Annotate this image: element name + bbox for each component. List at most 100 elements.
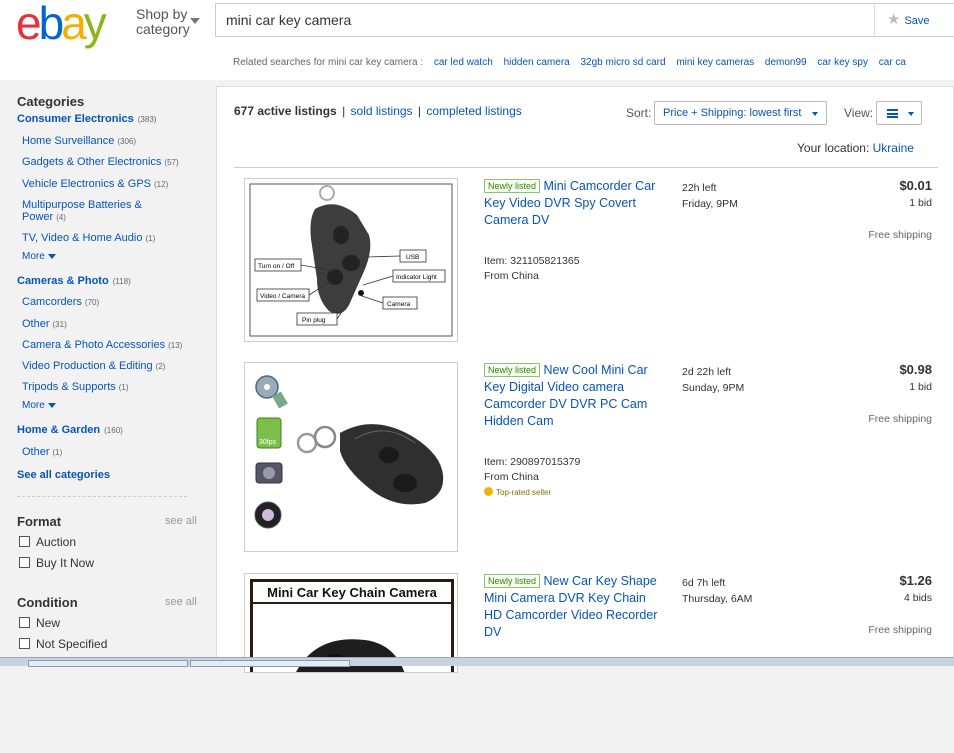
time-info: 2d 22h left Sunday, 9PM xyxy=(682,364,744,396)
category-label: Consumer Electronics xyxy=(17,113,134,125)
top-rated-seller: Top-rated seller xyxy=(484,487,664,497)
subcategory-item[interactable]: Multipurpose Batteries & Power (4) xyxy=(22,199,157,224)
condition-option-new[interactable]: New xyxy=(19,616,60,630)
list-item: Turn on / Off USB Indicator Light Video … xyxy=(234,178,938,358)
format-option-buy-it-now[interactable]: Buy It Now xyxy=(19,556,94,570)
shop-by-category-button[interactable]: Shop by category xyxy=(136,6,200,37)
more-categories-link[interactable]: More xyxy=(22,251,56,262)
triangle-down-icon xyxy=(47,253,56,259)
save-search-button[interactable]: ★ Save xyxy=(874,4,949,36)
newly-listed-badge: Newly listed xyxy=(484,363,541,377)
triangle-down-icon xyxy=(47,402,56,408)
subcategory-item[interactable]: Vehicle Electronics & GPS (12) xyxy=(22,178,168,190)
item-info: Newly listed New Car Key Shape Mini Came… xyxy=(484,573,664,641)
item-info: Newly listed Mini Camcorder Car Key Vide… xyxy=(484,178,664,282)
subcategory-item[interactable]: Other (31) xyxy=(22,318,67,330)
subcategory-label: Home Surveillance xyxy=(22,135,115,147)
subcategory-item[interactable]: Home Surveillance (306) xyxy=(22,135,136,147)
divider xyxy=(234,167,938,168)
option-label: New xyxy=(36,616,61,630)
shop-by-line1: Shop by xyxy=(136,6,188,22)
sort-select[interactable]: Price + Shipping: lowest first xyxy=(654,101,827,125)
subcategory-count: (2) xyxy=(155,362,166,371)
view-toggle-button[interactable] xyxy=(876,101,922,125)
checkbox[interactable] xyxy=(19,557,30,568)
chevron-down-icon xyxy=(812,112,818,116)
subcategory-item[interactable]: Video Production & Editing (2) xyxy=(22,360,165,372)
subcategory-item[interactable]: TV, Video & Home Audio (1) xyxy=(22,232,155,244)
logo-letter: b xyxy=(38,0,65,49)
subcategory-label: Camcorders xyxy=(22,296,82,308)
see-all-categories-link[interactable]: See all categories xyxy=(17,469,110,481)
subcategory-label: Other xyxy=(22,318,50,330)
location-label: Your location: xyxy=(797,141,870,155)
film-reel-icon xyxy=(255,375,288,409)
format-option-auction[interactable]: Auction xyxy=(19,535,76,549)
diagram-label: USB xyxy=(406,254,419,261)
item-number: Item: 290897015379 xyxy=(484,456,581,468)
subcategory-label: Tripods & Supports xyxy=(22,381,116,393)
subcategory-count: (306) xyxy=(117,137,137,146)
completed-listings-link[interactable]: completed listings xyxy=(426,104,521,118)
subcategory-item[interactable]: Tripods & Supports (1) xyxy=(22,381,129,393)
categories-title: Categories xyxy=(17,94,85,109)
category-count: (118) xyxy=(112,277,131,286)
time-left: 6d 7h left xyxy=(682,577,726,589)
location-link[interactable]: Ukraine xyxy=(873,141,914,155)
item-title-row: Newly listed New Car Key Shape Mini Came… xyxy=(484,573,664,641)
related-search-link[interactable]: car ca xyxy=(879,57,906,68)
diagram-label: Pin plug xyxy=(302,317,326,324)
checkbox[interactable] xyxy=(19,536,30,547)
related-search-link[interactable]: demon99 xyxy=(765,57,807,68)
category-home-garden[interactable]: Home & Garden (160) xyxy=(17,424,123,436)
logo-letter: a xyxy=(61,0,87,49)
end-time: Thursday, 6AM xyxy=(682,593,753,605)
category-consumer-electronics[interactable]: Consumer Electronics (383) xyxy=(17,113,156,125)
fps-label: 30fps xyxy=(259,439,277,446)
diagram-label: Video / Camera xyxy=(260,293,305,300)
time-left: 2d 22h left xyxy=(682,366,732,378)
subcategory-count: (57) xyxy=(164,158,179,167)
subcategory-count: (13) xyxy=(168,341,183,350)
option-label: Not Specified xyxy=(36,637,108,651)
category-label: Cameras & Photo xyxy=(17,275,109,287)
search-input[interactable] xyxy=(224,4,864,36)
related-search-link[interactable]: 32gb micro sd card xyxy=(581,57,666,68)
search-box: ★Save xyxy=(215,3,954,37)
subcategory-label: Other xyxy=(22,446,50,458)
item-thumbnail[interactable]: 30fps xyxy=(244,362,458,552)
sold-listings-link[interactable]: sold listings xyxy=(351,104,413,118)
key-fob-image xyxy=(296,424,444,505)
condition-title: Condition xyxy=(17,595,78,610)
newly-listed-badge: Newly listed xyxy=(484,574,541,588)
related-search-link[interactable]: hidden camera xyxy=(504,57,570,68)
subcategory-item[interactable]: Other (1) xyxy=(22,446,62,458)
save-label: Save xyxy=(904,15,930,27)
item-origin: From China xyxy=(484,471,539,483)
star-icon: ★ xyxy=(887,11,901,28)
item-thumbnail[interactable]: Turn on / Off USB Indicator Light Video … xyxy=(244,178,458,342)
related-search-link[interactable]: car led watch xyxy=(434,57,493,68)
related-search-link[interactable]: car key spy xyxy=(817,57,868,68)
item-price: $0.01 xyxy=(899,178,932,193)
ebay-logo[interactable]: ebay xyxy=(16,0,107,49)
condition-see-all-link[interactable]: see all xyxy=(165,596,197,608)
bid-count: 1 bid xyxy=(909,197,932,209)
item-title-row: Newly listed New Cool Mini Car Key Digit… xyxy=(484,362,664,430)
logo-letter: e xyxy=(16,0,42,49)
subcategory-label: Vehicle Electronics & GPS xyxy=(22,178,152,190)
format-see-all-link[interactable]: see all xyxy=(165,515,197,527)
more-categories-link[interactable]: More xyxy=(22,400,56,411)
checkbox[interactable] xyxy=(19,617,30,628)
related-search-link[interactable]: mini key cameras xyxy=(676,57,754,68)
subcategory-item[interactable]: Camcorders (70) xyxy=(22,296,99,308)
subcategory-item[interactable]: Camera & Photo Accessories (13) xyxy=(22,339,182,351)
sort-label: Sort: xyxy=(626,106,652,120)
condition-option-not-specified[interactable]: Not Specified xyxy=(19,637,107,651)
item-info: Newly listed New Cool Mini Car Key Digit… xyxy=(484,362,664,497)
checkbox[interactable] xyxy=(19,638,30,649)
subcategory-item[interactable]: Gadgets & Other Electronics (57) xyxy=(22,156,179,168)
item-title-row: Newly listed Mini Camcorder Car Key Vide… xyxy=(484,178,664,229)
fps-icon: 30fps xyxy=(256,417,282,449)
category-cameras-photo[interactable]: Cameras & Photo (118) xyxy=(17,275,131,287)
